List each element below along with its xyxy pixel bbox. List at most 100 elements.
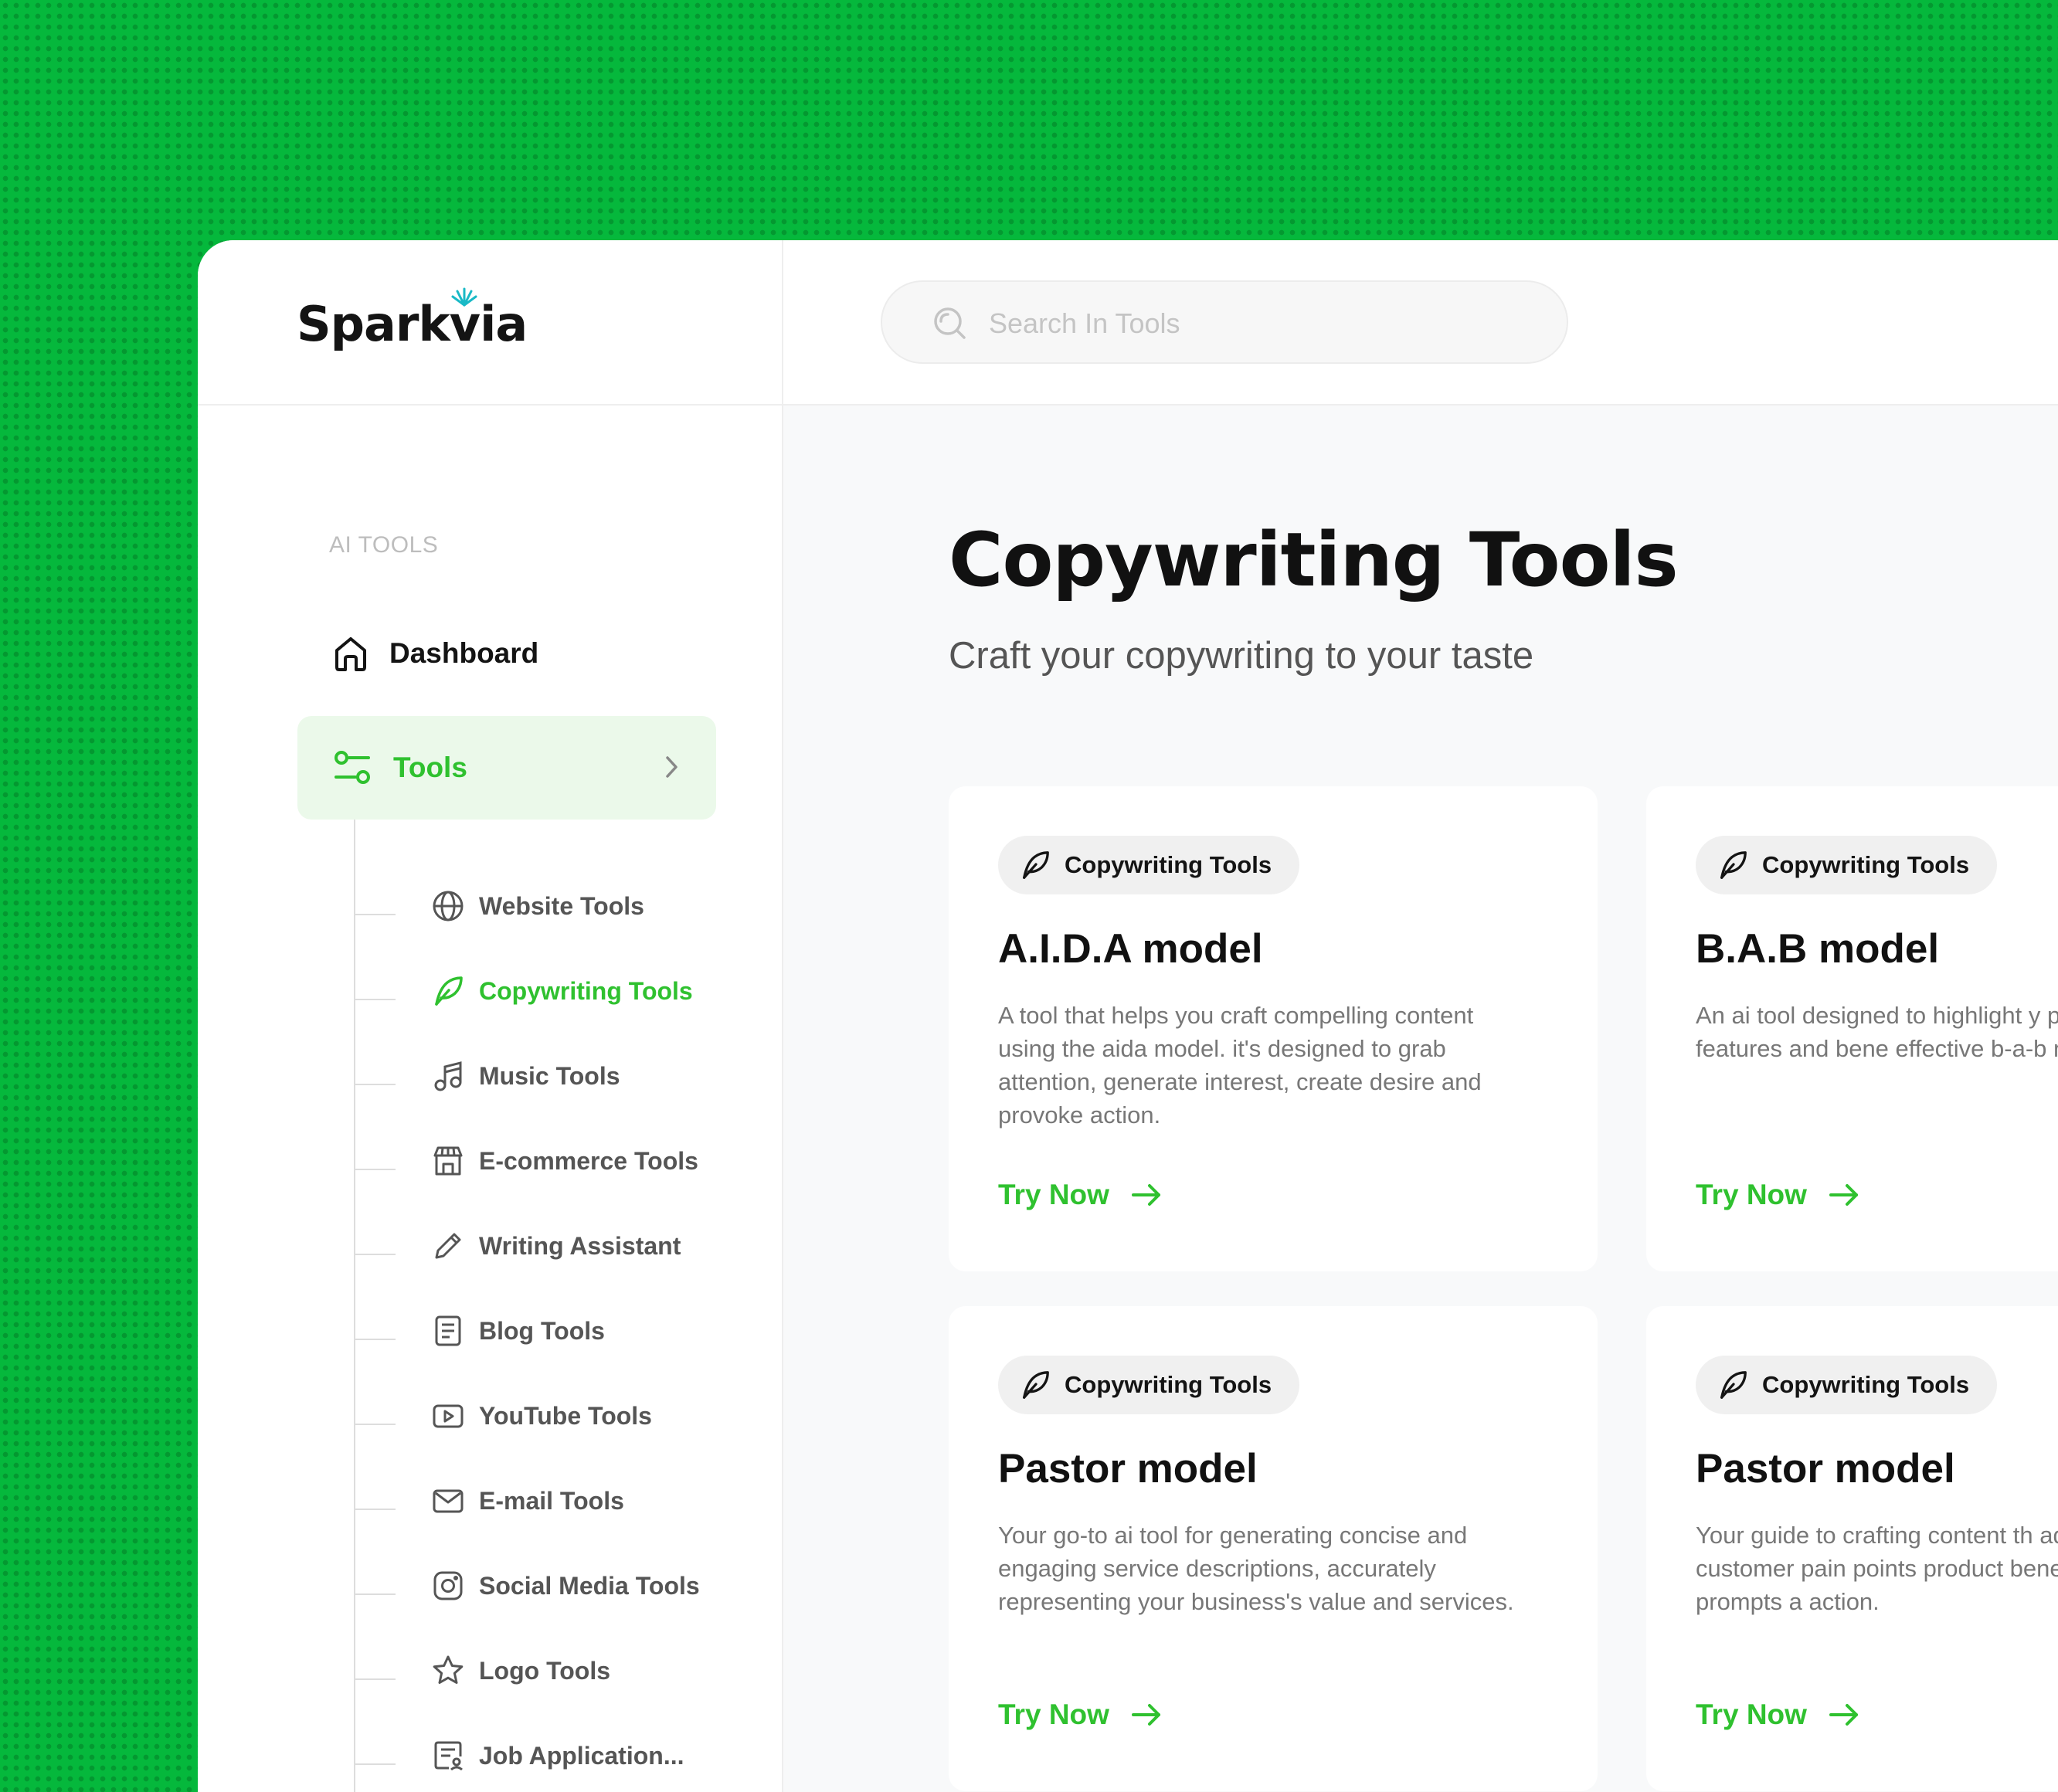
try-now-label: Try Now: [998, 1699, 1109, 1730]
try-now-label: Try Now: [1696, 1699, 1807, 1730]
app-window: Sparkvia AI TOOLS Dashboard Tools Websit…: [198, 240, 2058, 1792]
badge-label: Copywriting Tools: [1762, 1371, 1970, 1398]
sidebar-item-label: E-mail Tools: [479, 1486, 624, 1515]
card-title: Pastor model: [1696, 1446, 1955, 1492]
sidebar-item-label: Writing Assistant: [479, 1231, 681, 1260]
nav-tools[interactable]: Tools: [297, 716, 716, 820]
badge-label: Copywriting Tools: [1065, 851, 1272, 878]
job-icon: [431, 1739, 465, 1773]
feather-icon: [1023, 1371, 1049, 1399]
tool-card-pastor[interactable]: Copywriting Tools Pastor model Your go-t…: [949, 1306, 1598, 1791]
sidebar-item-label: YouTube Tools: [479, 1401, 652, 1430]
nav-dashboard[interactable]: Dashboard: [334, 626, 643, 680]
sidebar-item-music-tools[interactable]: Music Tools: [354, 1053, 725, 1099]
sidebar-item-job-application[interactable]: Job Application...: [354, 1733, 725, 1779]
nav-dashboard-label: Dashboard: [389, 637, 539, 669]
globe-icon: [431, 889, 465, 923]
sidebar-item-email-tools[interactable]: E-mail Tools: [354, 1478, 725, 1524]
arrow-right-icon: [1131, 1704, 1160, 1726]
sliders-icon: [333, 750, 372, 786]
arrow-right-icon: [1829, 1704, 1858, 1726]
category-badge: Copywriting Tools: [1696, 1356, 1998, 1414]
sidebar-item-label: Logo Tools: [479, 1656, 611, 1685]
star-icon: [431, 1654, 465, 1688]
badge-label: Copywriting Tools: [1762, 851, 1970, 878]
sidebar-item-label: Music Tools: [479, 1061, 620, 1090]
page-title: Copywriting Tools: [949, 517, 1679, 603]
nav-tools-label: Tools: [393, 752, 467, 783]
tool-card-pastor-2[interactable]: Copywriting Tools Pastor model Your guid…: [1646, 1306, 2058, 1791]
tree-branch: [354, 914, 396, 915]
try-now-button[interactable]: Try Now: [1696, 1179, 1859, 1211]
logo-area: Sparkvia: [198, 240, 783, 406]
tree-branch: [354, 1254, 396, 1255]
tree-branch: [354, 1593, 396, 1595]
card-description: Your guide to crafting content th addres…: [1696, 1522, 2058, 1615]
sidebar-item-label: E-commerce Tools: [479, 1146, 698, 1175]
card-description: A tool that helps you craft compelling c…: [998, 1002, 1482, 1128]
tool-card-aida[interactable]: Copywriting Tools A.I.D.A model A tool t…: [949, 786, 1598, 1271]
arrow-right-icon: [1131, 1184, 1160, 1206]
sidebar-item-youtube-tools[interactable]: YouTube Tools: [354, 1393, 725, 1439]
card-description: An ai tool designed to highlight y produ…: [1696, 1002, 2058, 1062]
feather-icon: [1023, 851, 1049, 879]
music-icon: [431, 1059, 465, 1093]
badge-label: Copywriting Tools: [1065, 1371, 1272, 1398]
try-now-button[interactable]: Try Now: [998, 1699, 1162, 1731]
tree-branch: [354, 1763, 396, 1765]
sidebar-item-label: Social Media Tools: [479, 1571, 700, 1600]
feather-icon: [1720, 1371, 1747, 1399]
tree-branch: [354, 1084, 396, 1085]
feather-icon: [1720, 851, 1747, 879]
store-icon: [431, 1144, 465, 1178]
section-label-ai-tools: AI TOOLS: [329, 532, 439, 558]
search-icon: [934, 307, 966, 339]
sidebar-item-logo-tools[interactable]: Logo Tools: [354, 1648, 725, 1694]
tree-branch: [354, 1509, 396, 1510]
card-title: A.I.D.A model: [998, 926, 1263, 972]
home-icon: [335, 637, 366, 671]
category-badge: Copywriting Tools: [998, 836, 1300, 894]
chevron-right-icon: [666, 756, 678, 778]
try-now-button[interactable]: Try Now: [1696, 1699, 1859, 1731]
feather-icon: [431, 974, 465, 1008]
spark-icon: [451, 287, 477, 307]
try-now-button[interactable]: Try Now: [998, 1179, 1162, 1211]
sidebar-item-copywriting-tools[interactable]: Copywriting Tools: [354, 968, 725, 1014]
search-input[interactable]: [987, 302, 1531, 345]
brand-logo[interactable]: Sparkvia: [297, 296, 528, 352]
document-icon: [431, 1314, 465, 1348]
card-title: Pastor model: [998, 1446, 1258, 1492]
sidebar-item-website-tools[interactable]: Website Tools: [354, 883, 725, 929]
tree-branch: [354, 1678, 396, 1680]
tree-branch: [354, 1424, 396, 1425]
category-badge: Copywriting Tools: [1696, 836, 1998, 894]
sidebar-item-blog-tools[interactable]: Blog Tools: [354, 1308, 725, 1354]
try-now-label: Try Now: [998, 1179, 1109, 1210]
sidebar-item-label: Blog Tools: [479, 1316, 605, 1345]
try-now-label: Try Now: [1696, 1179, 1807, 1210]
card-title: B.A.B model: [1696, 926, 1940, 972]
card-description: Your go-to ai tool for generating concis…: [998, 1522, 1514, 1615]
tree-branch: [354, 999, 396, 1000]
sidebar-item-writing-assistant[interactable]: Writing Assistant: [354, 1223, 725, 1269]
sidebar-item-label: Copywriting Tools: [479, 976, 693, 1005]
mail-icon: [431, 1484, 465, 1518]
category-badge: Copywriting Tools: [998, 1356, 1300, 1414]
instagram-icon: [431, 1569, 465, 1603]
sidebar-item-label: Job Application...: [479, 1741, 684, 1770]
sidebar-item-ecommerce-tools[interactable]: E-commerce Tools: [354, 1138, 725, 1184]
sidebar: Sparkvia AI TOOLS Dashboard Tools Websit…: [198, 240, 783, 1792]
sidebar-item-social-media-tools[interactable]: Social Media Tools: [354, 1563, 725, 1609]
page-subtitle: Craft your copywriting to your taste: [949, 635, 1534, 677]
pencil-icon: [431, 1229, 465, 1263]
tree-branch: [354, 1169, 396, 1170]
tool-card-bab[interactable]: Copywriting Tools B.A.B model An ai tool…: [1646, 786, 2058, 1271]
top-bar: [783, 240, 2058, 406]
sidebar-item-label: Website Tools: [479, 891, 644, 920]
tree-line: [354, 820, 355, 1792]
play-icon: [431, 1399, 465, 1433]
tree-branch: [354, 1339, 396, 1340]
arrow-right-icon: [1829, 1184, 1858, 1206]
search-bar[interactable]: [881, 280, 1568, 364]
